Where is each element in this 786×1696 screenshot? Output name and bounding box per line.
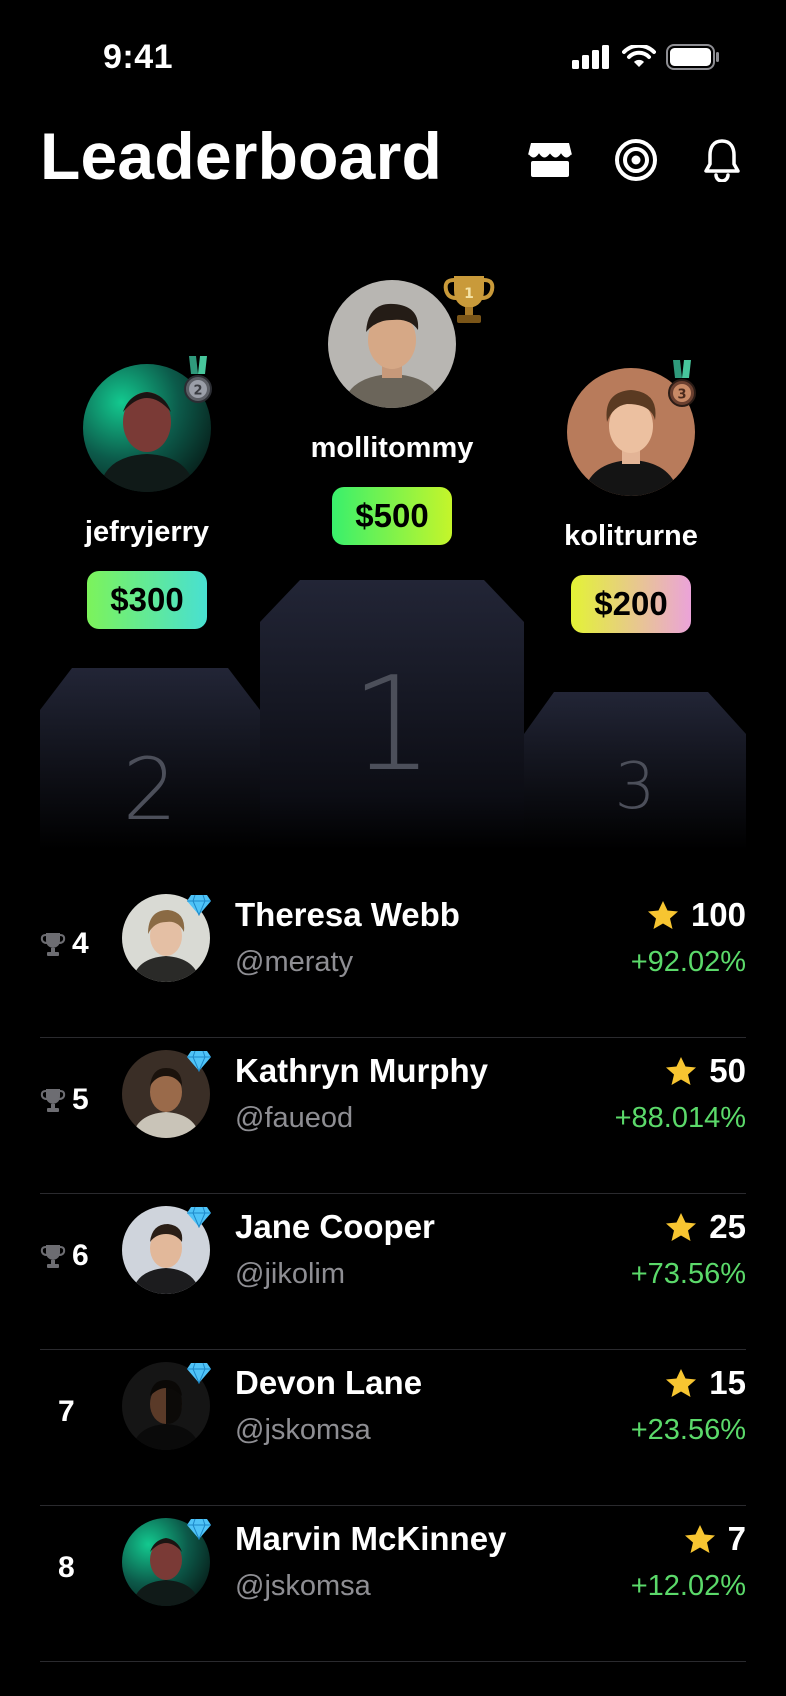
star-icon — [666, 1369, 697, 1397]
rank-row[interactable]: 8 Marvin McKinney @jskomsa 7 +12.02% — [40, 1506, 746, 1662]
signal-icon — [572, 45, 609, 69]
winner-name: kolitrurne — [564, 520, 698, 552]
star-icon — [647, 901, 678, 929]
status-bar: 9:41 — [0, 0, 786, 120]
avatar — [328, 280, 456, 408]
bronze-medal-icon: 3 — [668, 360, 696, 407]
rank-row[interactable]: 6 Jane Cooper @jikolim 25 +73.56% — [40, 1194, 746, 1350]
score-change: +12.02% — [630, 1570, 746, 1602]
rank-number: 5 — [72, 1083, 89, 1116]
silver-medal-icon: 2 — [184, 356, 212, 403]
trophy-icon — [40, 1245, 66, 1268]
rank-position: 4 — [40, 924, 106, 964]
player-score: 25 — [665, 1208, 746, 1246]
trophy-icon — [40, 1089, 66, 1112]
score-value: 7 — [727, 1520, 746, 1557]
player-score: 15 — [665, 1364, 746, 1402]
podium-block-first: 1 — [260, 580, 524, 850]
svg-text:1: 1 — [464, 286, 474, 302]
rank-position: 6 — [40, 1236, 106, 1276]
rank-number: 6 — [72, 1239, 89, 1272]
podium-number-second: 2 — [122, 740, 178, 840]
player-score: 7 — [684, 1520, 746, 1558]
prize-badge: $300 — [87, 571, 207, 629]
score-change: +92.02% — [630, 946, 746, 978]
player-score: 100 — [647, 896, 746, 934]
player-name: Marvin McKinney — [235, 1520, 507, 1557]
winner-third[interactable]: 3 kolitrurne $200 — [524, 360, 738, 633]
bell-icon — [704, 139, 740, 182]
diamond-icon — [187, 1518, 211, 1540]
svg-text:2: 2 — [193, 384, 202, 399]
score-change: +73.56% — [630, 1258, 746, 1290]
player-score: 50 — [665, 1052, 746, 1090]
svg-text:3: 3 — [677, 388, 686, 403]
rank-number: 7 — [58, 1395, 75, 1428]
star-icon — [666, 1213, 697, 1241]
page-title: Leaderboard — [40, 119, 442, 193]
rank-row[interactable]: 5 Kathryn Murphy @faueod 50 +88.014% — [40, 1038, 746, 1194]
score-change: +88.014% — [614, 1102, 746, 1134]
diamond-icon — [187, 1362, 211, 1384]
podium: 2 1 3 2 jefryjerry $300 1 mollitommy $50… — [0, 250, 786, 850]
rankings-list: 4 Theresa Webb @meraty 100 +92.02% 5 Kat… — [40, 882, 746, 1662]
player-handle: @jikolim — [235, 1258, 345, 1290]
notifications-button[interactable] — [698, 136, 746, 184]
target-icon — [615, 139, 657, 181]
rank-number: 4 — [72, 927, 89, 960]
battery-icon — [666, 44, 719, 70]
star-icon — [684, 1525, 715, 1553]
score-value: 50 — [709, 1052, 746, 1089]
header-actions — [526, 136, 746, 184]
player-handle: @faueod — [235, 1102, 354, 1134]
podium-block-second: 2 — [40, 668, 260, 850]
score-value: 100 — [690, 896, 746, 933]
rank-position: 5 — [40, 1080, 106, 1120]
store-icon — [527, 143, 573, 177]
wifi-icon — [622, 45, 656, 67]
rank-position: 8 — [40, 1548, 106, 1588]
diamond-icon — [187, 894, 211, 916]
winner-name: mollitommy — [310, 432, 474, 464]
diamond-icon — [187, 1050, 211, 1072]
winner-name: jefryjerry — [84, 516, 210, 548]
target-button[interactable] — [612, 136, 660, 184]
rank-number: 8 — [58, 1551, 75, 1584]
star-icon — [666, 1057, 697, 1085]
status-icons — [572, 44, 720, 70]
player-name: Theresa Webb — [235, 896, 460, 933]
player-handle: @meraty — [235, 946, 354, 978]
player-name: Kathryn Murphy — [235, 1052, 489, 1089]
winner-first[interactable]: 1 mollitommy $500 — [264, 276, 520, 545]
winner-second[interactable]: 2 jefryjerry $300 — [40, 356, 254, 629]
score-value: 15 — [709, 1364, 746, 1401]
store-button[interactable] — [526, 136, 574, 184]
player-handle: @jskomsa — [235, 1414, 371, 1446]
podium-number-first: 1 — [350, 648, 434, 800]
player-name: Devon Lane — [235, 1364, 423, 1401]
status-time: 9:41 — [103, 38, 174, 76]
rank-position: 7 — [40, 1392, 106, 1432]
prize-badge: $200 — [571, 575, 691, 633]
diamond-icon — [187, 1206, 211, 1228]
trophy-icon — [40, 933, 66, 956]
trophy-icon: 1 — [443, 276, 495, 323]
rank-row[interactable]: 7 Devon Lane @jskomsa 15 +23.56% — [40, 1350, 746, 1506]
player-handle: @jskomsa — [235, 1570, 371, 1602]
score-value: 25 — [709, 1208, 746, 1245]
player-name: Jane Cooper — [235, 1208, 435, 1245]
podium-number-third: 3 — [614, 750, 656, 824]
prize-badge: $500 — [332, 487, 452, 545]
rank-row[interactable]: 4 Theresa Webb @meraty 100 +92.02% — [40, 882, 746, 1038]
podium-block-third: 3 — [524, 692, 746, 850]
score-change: +23.56% — [630, 1414, 746, 1446]
